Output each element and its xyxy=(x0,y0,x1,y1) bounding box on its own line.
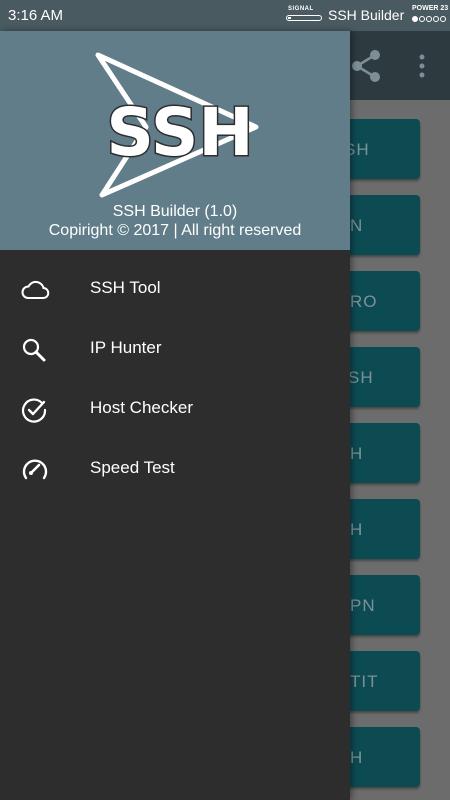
power-indicator: POWER 23 xyxy=(412,5,449,25)
menu-item-label: IP Hunter xyxy=(90,338,162,357)
menu-item-label: Host Checker xyxy=(90,398,193,417)
speedometer-icon xyxy=(22,459,48,480)
drawer-app-title: SSH Builder (1.0) xyxy=(112,203,238,220)
status-bar: 3:16 AM SIGNAL SSH Builder POWER 23 xyxy=(0,0,450,31)
cloud-icon xyxy=(21,280,50,299)
power-label: POWER 23 xyxy=(412,5,449,12)
menu-item-ssh-tool[interactable]: SSH Tool xyxy=(0,260,350,320)
power-dots-icon xyxy=(412,15,446,23)
drawer-header: SSH SSH Builder (1.0) Copiright © 2017 |… xyxy=(0,31,350,250)
menu-item-ip-hunter[interactable]: IP Hunter xyxy=(0,320,350,380)
search-icon xyxy=(22,338,46,362)
signal-indicator: SIGNAL xyxy=(286,6,322,23)
status-time: 3:16 AM xyxy=(8,7,64,24)
status-app-name: SSH Builder xyxy=(328,7,405,23)
ssh-logo: SSH xyxy=(95,52,259,198)
menu-item-speed-test[interactable]: Speed Test xyxy=(0,440,350,500)
signal-label: SIGNAL xyxy=(288,6,314,12)
menu-item-label: SSH Tool xyxy=(90,278,161,297)
logo-text: SSH xyxy=(106,94,253,171)
menu-item-host-checker[interactable]: Host Checker xyxy=(0,380,350,440)
navigation-drawer: SSH SSH Builder (1.0) Copiright © 2017 |… xyxy=(0,31,350,800)
signal-bar-icon xyxy=(286,15,322,21)
drawer-copyright: Copiright © 2017 | All right reserved xyxy=(48,222,302,239)
menu-item-label: Speed Test xyxy=(90,458,175,477)
more-vert-icon[interactable] xyxy=(412,52,432,80)
share-icon[interactable] xyxy=(348,48,384,84)
check-circle-icon xyxy=(21,398,47,423)
